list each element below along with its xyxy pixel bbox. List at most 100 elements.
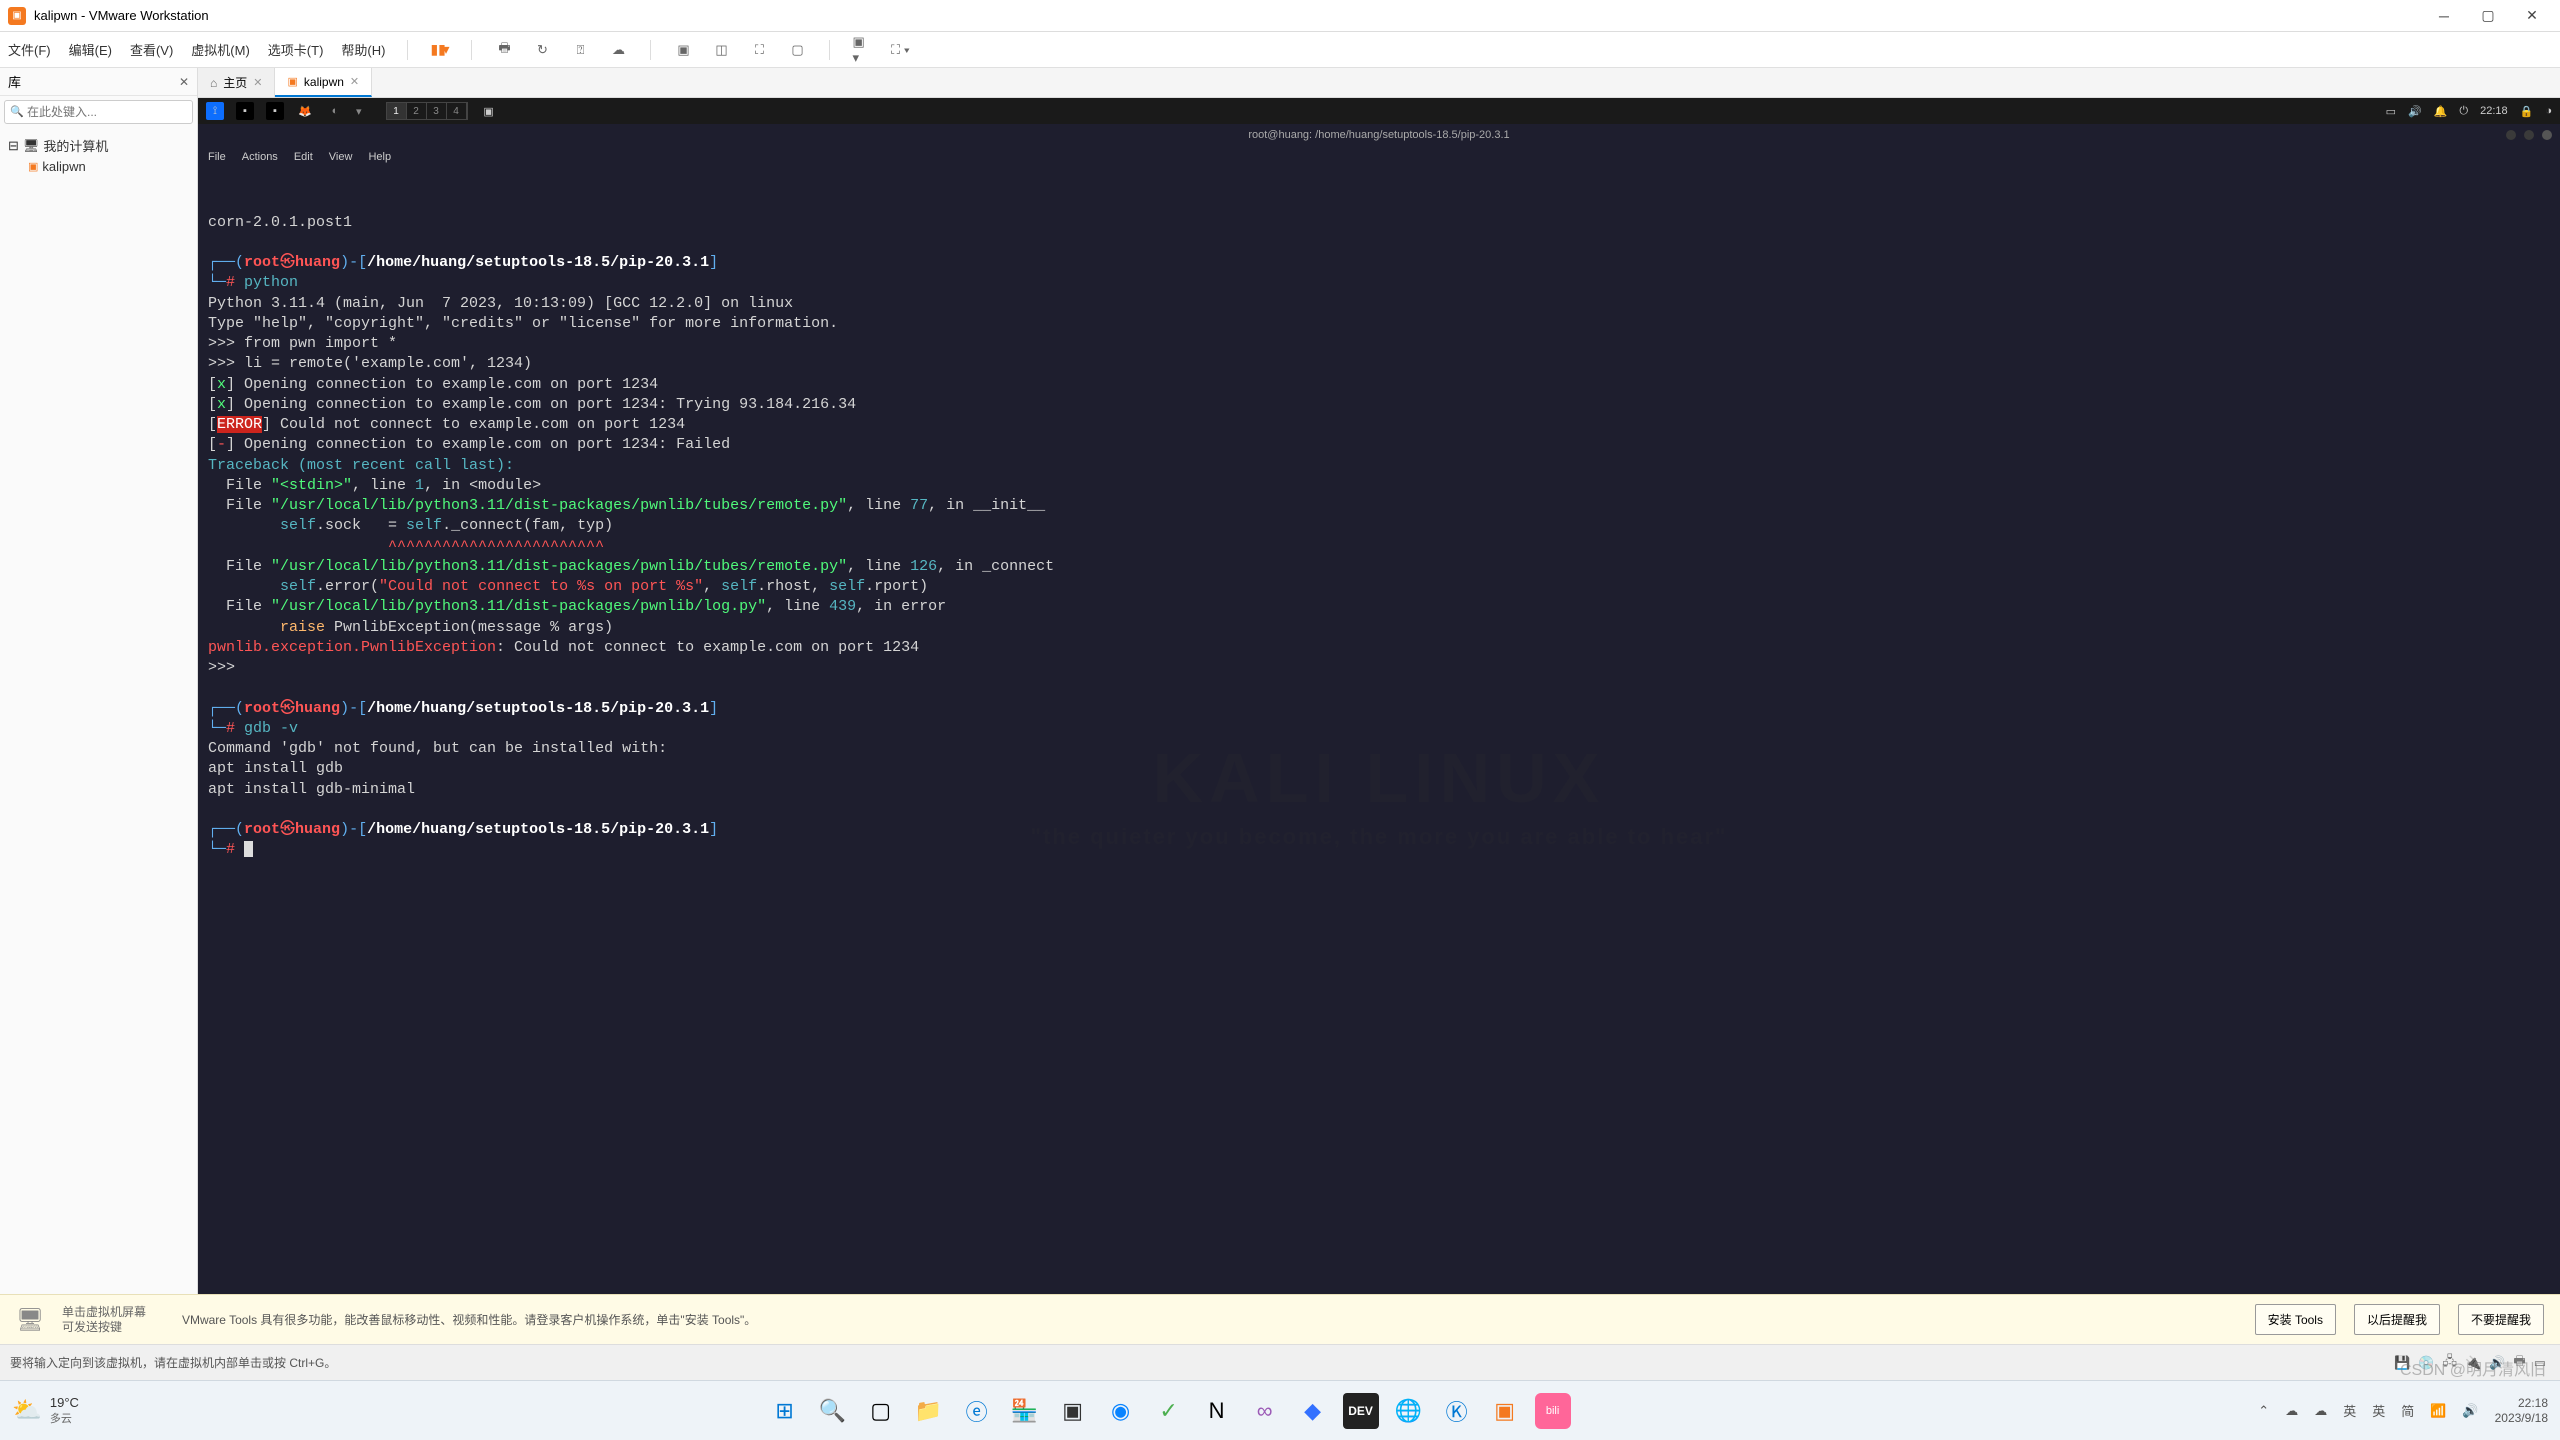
workspace-4[interactable]: 4 [447,103,467,119]
workspace-3[interactable]: 3 [427,103,447,119]
tree-item-kalipwn[interactable]: ▣ kalipwn [4,157,193,176]
notion-icon[interactable]: N [1199,1393,1235,1429]
tray-chevron-icon[interactable]: ⌃ [2258,1403,2269,1419]
tray-power-icon[interactable]: ⏻ [2459,105,2468,118]
window-title: kalipwn - VMware Workstation [34,8,2424,23]
menu-view[interactable]: 查看(V) [130,40,173,59]
minimize-button[interactable]: ─ [2424,2,2464,30]
tray-volume-icon[interactable]: 🔊 [2408,105,2422,118]
close-button[interactable]: ✕ [2512,2,2552,30]
close-tab-icon[interactable]: ✕ [253,76,262,89]
close-tab-icon[interactable]: ✕ [350,75,359,88]
statusbar: 要将输入定向到该虚拟机，请在虚拟机内部单击或按 Ctrl+G。 💾 💿 🖧 🔌 … [0,1344,2560,1380]
tab-home-label: 主页 [223,74,247,91]
cloud-icon[interactable]: ☁ [608,40,628,60]
term-min-icon[interactable] [2506,130,2516,140]
csdn-watermark: CSDN @明月清风旧 [2400,1356,2546,1380]
menu-help[interactable]: 帮助(H) [341,40,385,59]
term-max-icon[interactable] [2524,130,2534,140]
revert-icon[interactable]: ↻ [532,40,552,60]
sidebar-close-icon[interactable]: ✕ [179,75,189,89]
menu-vm[interactable]: 虚拟机(M) [191,40,250,59]
tray-wifi-icon[interactable]: 📶 [2430,1403,2446,1419]
console-icon[interactable]: ▢ [787,40,807,60]
workspace-switcher[interactable]: 1 2 3 4 [386,102,468,120]
weather-icon: ⛅ [12,1396,42,1425]
hint-message: VMware Tools 具有很多功能，能改善鼠标移动性、视频和性能。请登录客户… [182,1311,756,1328]
ime-lang1[interactable]: 英 [2343,1401,2356,1420]
k-icon[interactable]: Ⓚ [1439,1393,1475,1429]
ime-lang3[interactable]: 简 [2401,1401,2414,1420]
vmware-taskbar-icon[interactable]: ▣ [1487,1393,1523,1429]
workspace-1[interactable]: 1 [387,103,407,119]
bilibili-icon[interactable]: bili [1535,1393,1571,1429]
terminal-body[interactable]: KALI LINUX"the quieter you become, the m… [198,168,2560,1294]
temperature: 19°C [50,1395,79,1410]
library-search-input[interactable] [4,100,193,124]
install-tools-button[interactable]: 安装 Tools [2255,1304,2336,1335]
tray-time[interactable]: 22:18 [2480,105,2508,117]
term-menu-actions[interactable]: Actions [242,151,278,163]
window-titlebar: ▣ kalipwn - VMware Workstation ─ ▢ ✕ [0,0,2560,32]
snapshot-icon[interactable]: 🖶 [494,40,514,60]
taskview-icon[interactable]: ▢ [863,1393,899,1429]
term-menu-file[interactable]: File [208,151,226,163]
tray-menu-icon[interactable]: ◑ [2545,105,2552,117]
workspace-2[interactable]: 2 [407,103,427,119]
term-menu-edit[interactable]: Edit [294,151,313,163]
tab-vm-label: kalipwn [304,75,344,89]
ime-lang2[interactable]: 英 [2372,1401,2385,1420]
start-icon[interactable]: ⊞ [767,1393,803,1429]
stretch-icon[interactable]: ⛶ [749,40,769,60]
terminal-icon[interactable]: ▪ [266,102,284,120]
menu-file[interactable]: 文件(F) [8,40,51,59]
term-close-icon[interactable] [2542,130,2552,140]
dropdown-icon[interactable]: ▾ [356,105,362,118]
feishu-icon[interactable]: ◆ [1295,1393,1331,1429]
store-icon[interactable]: 🏪 [1007,1393,1043,1429]
vm-icon: ▣ [28,160,38,173]
fullscreen-icon[interactable]: ▣ [673,40,693,60]
view-mode-icon[interactable]: ⛶ ▾ [890,40,910,60]
tray-onedrive-icon[interactable]: ☁ [2285,1403,2298,1419]
dev-icon[interactable]: DEV [1343,1393,1379,1429]
app2-icon[interactable]: ◉ [1103,1393,1139,1429]
edge-icon[interactable]: ⓔ [959,1393,995,1429]
app1-icon[interactable]: ▣ [1055,1393,1091,1429]
maximize-button[interactable]: ▢ [2468,2,2508,30]
menu-edit[interactable]: 编辑(E) [69,40,112,59]
firefox-icon[interactable]: 🦊 [296,102,314,120]
status-message: 要将输入定向到该虚拟机，请在虚拟机内部单击或按 Ctrl+G。 [10,1354,336,1371]
tray-sound-icon[interactable]: 🔊 [2462,1403,2478,1419]
burp-icon[interactable]: ◐ [326,102,344,120]
tray-lock-icon[interactable]: 🔒 [2520,105,2534,118]
term-menu-view[interactable]: View [329,151,353,163]
weather-desc: 多云 [50,1410,79,1426]
app3-icon[interactable]: ✓ [1151,1393,1187,1429]
never-remind-button[interactable]: 不要提醒我 [2458,1304,2544,1335]
weather-widget[interactable]: ⛅ 19°C 多云 [12,1395,79,1426]
taskbar-clock[interactable]: 22:18 2023/9/18 [2495,1396,2548,1425]
tree-root-my-computer[interactable]: ⊟ 🖥 我的计算机 [4,134,193,157]
file-manager-icon[interactable]: ▪ [236,102,254,120]
globe-icon[interactable]: 🌐 [1391,1393,1427,1429]
tab-strip: ⌂ 主页 ✕ ▣ kalipwn ✕ [198,68,2560,98]
power-button[interactable]: ▮▮ ▾ [430,41,449,58]
remind-later-button[interactable]: 以后提醒我 [2354,1304,2440,1335]
snapshot-manager-icon[interactable]: ⍰ [570,40,590,60]
unity-icon[interactable]: ◫ [711,40,731,60]
vm-content: ⌂ 主页 ✕ ▣ kalipwn ✕ ⟟ ▪ ▪ 🦊 ◐ ▾ 1 2 3 4 [198,68,2560,1294]
vs-icon[interactable]: ∞ [1247,1393,1283,1429]
tab-home[interactable]: ⌂ 主页 ✕ [198,68,275,97]
term-menu-help[interactable]: Help [368,151,391,163]
explorer-icon[interactable]: 📁 [911,1393,947,1429]
tray-cloud2-icon[interactable]: ☁ [2314,1403,2327,1419]
quick-switch-icon[interactable]: ▣ ▾ [852,40,872,60]
tray-notifications-icon[interactable]: 🔔 [2434,105,2448,118]
tab-kalipwn[interactable]: ▣ kalipwn ✕ [275,68,372,97]
menu-tabs[interactable]: 选项卡(T) [268,40,324,59]
tray-screen-icon[interactable]: ▭ [2386,105,2396,118]
current-app-icon[interactable]: ▣ [480,102,498,120]
kali-menu-icon[interactable]: ⟟ [206,102,224,120]
search-taskbar-icon[interactable]: 🔍 [815,1393,851,1429]
